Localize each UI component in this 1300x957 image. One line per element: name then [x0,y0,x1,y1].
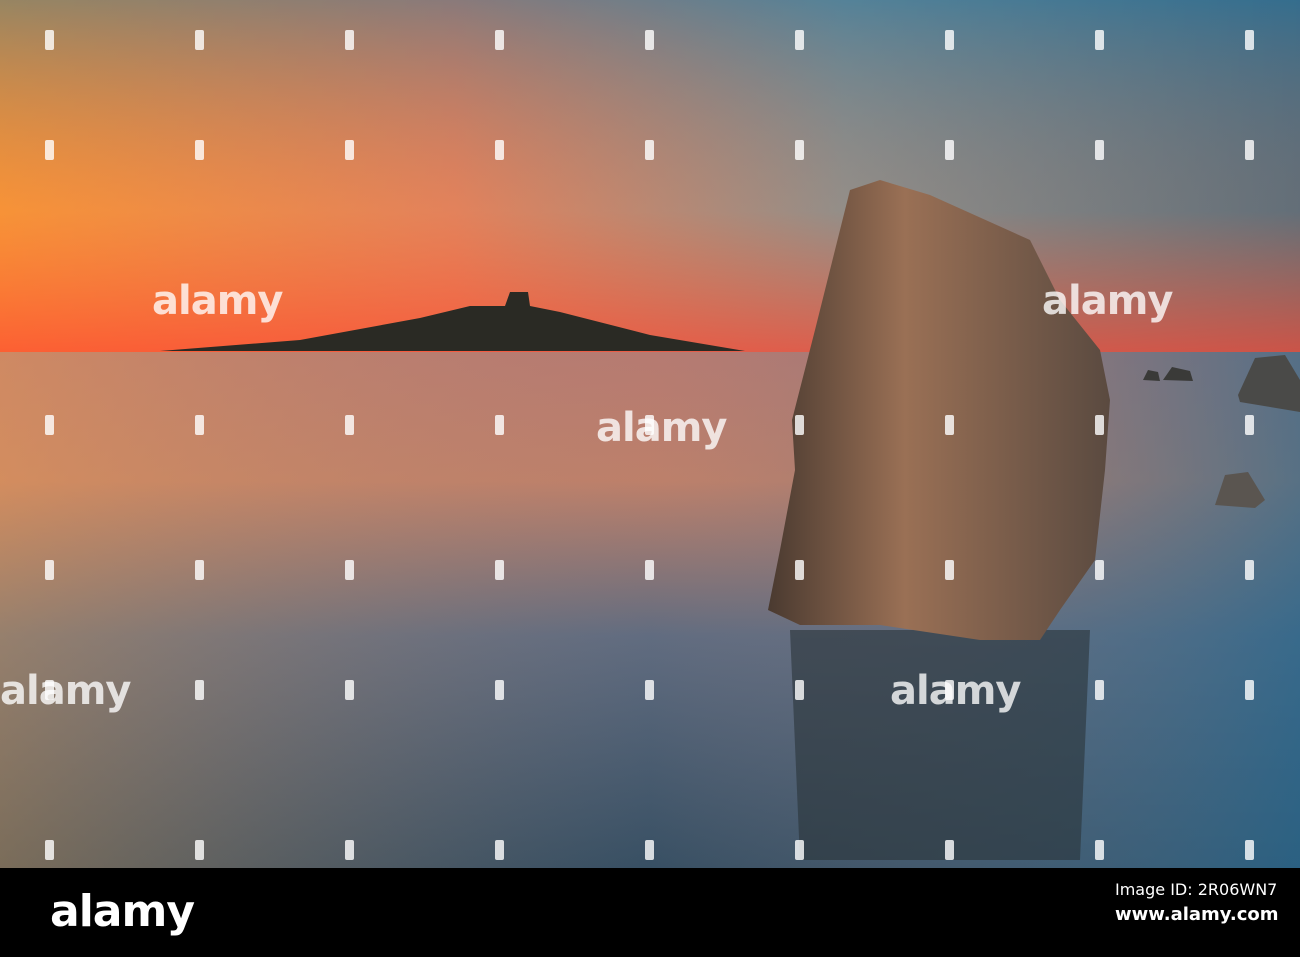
watermark-dot [1245,680,1254,700]
watermark: alamy [890,668,1021,714]
watermark-dot [1095,415,1104,435]
watermark-dot [495,840,504,860]
watermark-dot [345,415,354,435]
watermark: alamy [1042,278,1173,324]
watermark-dot [945,680,954,700]
watermark-dot [795,30,804,50]
watermark-dot [195,560,204,580]
alamy-logo: alamy [50,886,195,937]
watermark-dot [345,560,354,580]
watermark-dot [45,680,54,700]
watermark-dot [945,840,954,860]
watermark-dot [1095,840,1104,860]
watermark-dot [1245,140,1254,160]
watermark-dot [195,840,204,860]
watermark-dot [795,680,804,700]
watermark-dot [1095,680,1104,700]
watermark-dot [495,415,504,435]
rock-reflection [790,630,1090,860]
watermark-dot [1245,30,1254,50]
watermark-dot [495,680,504,700]
watermark-dot [945,560,954,580]
watermark-dot [795,840,804,860]
watermark-dot [345,680,354,700]
watermark-dot [495,140,504,160]
watermark: alamy [596,405,727,451]
watermark-dot [945,140,954,160]
watermark-dot [195,415,204,435]
watermark-dot [645,30,654,50]
watermark-dot [795,415,804,435]
watermark-dot [345,140,354,160]
watermark-dot [495,30,504,50]
watermark-dot [495,560,504,580]
watermark-dot [795,140,804,160]
image-id: Image ID: 2R06WN7 [1115,880,1278,899]
watermark-dot [45,140,54,160]
watermark-dot [195,680,204,700]
watermark-dot [345,840,354,860]
watermark-dot [1095,140,1104,160]
watermark-dot [645,415,654,435]
watermark-dot [645,680,654,700]
watermark: alamy [152,278,283,324]
watermark-dot [645,140,654,160]
watermark-dot [195,140,204,160]
watermark-dot [45,840,54,860]
watermark-dot [945,415,954,435]
watermark-dot [645,560,654,580]
watermark-dot [945,30,954,50]
watermark-dot [45,30,54,50]
watermark-dot [345,30,354,50]
watermark-dot [1245,840,1254,860]
watermark-dot [1245,560,1254,580]
watermark-dot [645,840,654,860]
watermark-dot [795,560,804,580]
watermark-dot [195,30,204,50]
watermark-dot [45,415,54,435]
website-link[interactable]: www.alamy.com [1115,904,1279,925]
sunset-photo: alamy alamy alamy alamy alamy [0,0,1300,868]
watermark: alamy [0,668,131,714]
footer-bar: alamy Image ID: 2R06WN7 www.alamy.com [0,868,1300,957]
watermark-dot [1095,560,1104,580]
watermark-dot [1095,30,1104,50]
watermark-dot [1245,415,1254,435]
watermark-dot [45,560,54,580]
